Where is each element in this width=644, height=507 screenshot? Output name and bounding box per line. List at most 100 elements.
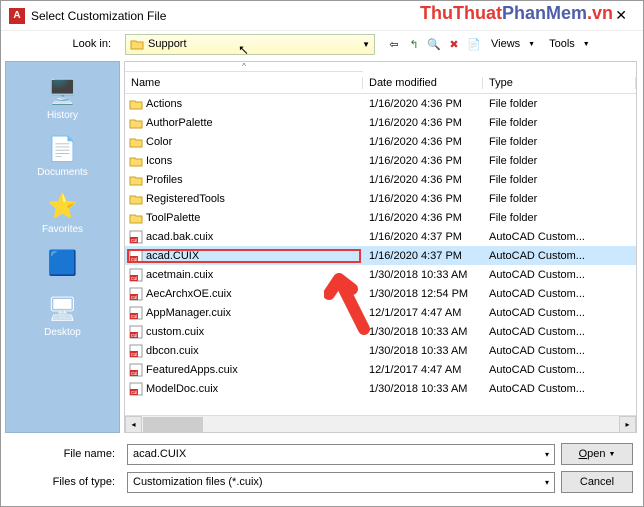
file-type: File folder [483, 212, 636, 224]
svg-text:cui: cui [131, 276, 137, 282]
filename-input[interactable]: acad.CUIX▾ [127, 444, 555, 465]
sort-indicator: ^ [125, 62, 363, 72]
file-type: File folder [483, 155, 636, 167]
app-icon: A [9, 8, 25, 24]
file-row[interactable]: cuiacad.CUIX1/16/2020 4:37 PMAutoCAD Cus… [125, 246, 636, 265]
cuix-file-icon: cui [129, 306, 143, 320]
file-row[interactable]: Actions1/16/2020 4:36 PMFile folder [125, 94, 636, 113]
sidebar-item[interactable]: 🟦 [23, 243, 103, 285]
file-name: Profiles [146, 174, 183, 186]
file-date: 1/16/2020 4:36 PM [363, 212, 483, 224]
new-folder-icon[interactable]: 📄 [465, 35, 483, 53]
toolbar: Look in: Support ▼ ⇦ ↰ 🔍 ✖ 📄 Views▼ Tool… [1, 31, 643, 57]
scroll-thumb[interactable] [143, 417, 203, 432]
file-name: AuthorPalette [146, 117, 213, 129]
file-date: 1/30/2018 10:33 AM [363, 383, 483, 395]
file-name: dbcon.cuix [146, 345, 199, 357]
file-row[interactable]: cuidbcon.cuix1/30/2018 10:33 AMAutoCAD C… [125, 341, 636, 360]
file-name: RegisteredTools [146, 193, 225, 205]
file-type: AutoCAD Custom... [483, 383, 636, 395]
cuix-file-icon: cui [129, 382, 143, 396]
filetype-dropdown[interactable]: Customization files (*.cuix)▾ [127, 472, 555, 493]
sidebar-item[interactable]: 📄Documents [23, 129, 103, 182]
file-row[interactable]: cuiacad.bak.cuix1/16/2020 4:37 PMAutoCAD… [125, 227, 636, 246]
file-row[interactable]: cuicustom.cuix1/30/2018 10:33 AMAutoCAD … [125, 322, 636, 341]
folder-icon [129, 193, 143, 205]
folder-icon [129, 117, 143, 129]
file-type: AutoCAD Custom... [483, 288, 636, 300]
file-type: File folder [483, 174, 636, 186]
sidebar-item-label: Favorites [42, 224, 83, 235]
file-date: 1/30/2018 10:33 AM [363, 326, 483, 338]
sidebar-item[interactable]: 🖥️History [23, 72, 103, 125]
folder-icon [129, 155, 143, 167]
folder-icon [129, 136, 143, 148]
sidebar-item[interactable]: 🖥 Desktop [23, 289, 103, 342]
toolbar-icons: ⇦ ↰ 🔍 ✖ 📄 [385, 35, 483, 53]
svg-text:cui: cui [131, 314, 137, 320]
file-name: Actions [146, 98, 182, 110]
chevron-down-icon: ▾ [545, 450, 549, 459]
desktop-icon: 🖥 [47, 293, 79, 325]
lookin-dropdown[interactable]: Support ▼ [125, 34, 375, 55]
search-icon[interactable]: 🔍 [425, 35, 443, 53]
file-list: ^ Name Date modified Type Actions1/16/20… [124, 61, 637, 433]
file-row[interactable]: Color1/16/2020 4:36 PMFile folder [125, 132, 636, 151]
close-button[interactable]: ✕ [607, 3, 635, 28]
file-row[interactable]: cuiAecArchxOE.cuix1/30/2018 12:54 PMAuto… [125, 284, 636, 303]
file-row[interactable]: ToolPalette 1/16/2020 4:36 PMFile folder [125, 208, 636, 227]
file-type: File folder [483, 117, 636, 129]
file-date: 1/16/2020 4:37 PM [363, 250, 483, 262]
file-type: File folder [483, 193, 636, 205]
views-menu[interactable]: Views [489, 38, 522, 50]
chevron-down-icon: ▼ [583, 41, 590, 48]
file-date: 1/16/2020 4:37 PM [363, 231, 483, 243]
sidebar-item-label: Documents [37, 167, 88, 178]
file-name: FeaturedApps.cuix [146, 364, 238, 376]
folder-icon [130, 38, 144, 50]
folder-icon [129, 98, 143, 110]
horizontal-scrollbar[interactable]: ◂ ▸ [125, 415, 636, 432]
up-icon[interactable]: ↰ [405, 35, 423, 53]
chevron-down-icon: ▾ [545, 478, 549, 487]
file-date: 1/16/2020 4:36 PM [363, 136, 483, 148]
sidebar-item-label: Desktop [44, 327, 81, 338]
file-date: 1/16/2020 4:36 PM [363, 193, 483, 205]
cuix-file-icon: cui [129, 249, 143, 263]
file-type: File folder [483, 136, 636, 148]
open-button[interactable]: Open ▼ [561, 443, 633, 465]
header-name[interactable]: Name [125, 77, 363, 89]
file-date: 12/1/2017 4:47 AM [363, 307, 483, 319]
file-name: ToolPalette [146, 212, 200, 224]
sidebar-item[interactable]: ⭐ Favorites [23, 186, 103, 239]
file-date: 12/1/2017 4:47 AM [363, 364, 483, 376]
bottom-panel: File name: acad.CUIX▾ Open ▼ Files of ty… [1, 437, 643, 499]
file-row[interactable]: AuthorPalette1/16/2020 4:36 PMFile folde… [125, 113, 636, 132]
file-type: File folder [483, 98, 636, 110]
file-row[interactable]: cuiacetmain.cuix1/30/2018 10:33 AMAutoCA… [125, 265, 636, 284]
file-type: AutoCAD Custom... [483, 307, 636, 319]
svg-text:cui: cui [131, 295, 137, 301]
file-row[interactable]: RegisteredTools 1/16/2020 4:36 PMFile fol… [125, 189, 636, 208]
file-row[interactable]: Icons1/16/2020 4:36 PMFile folder [125, 151, 636, 170]
scroll-right-icon[interactable]: ▸ [619, 416, 636, 433]
column-headers: Name Date modified Type [125, 72, 636, 94]
svg-text:cui: cui [131, 352, 137, 358]
file-row[interactable]: cuiModelDoc.cuix 1/30/2018 10:33 AMAutoCA… [125, 379, 636, 398]
folder-icon [129, 212, 143, 224]
filetype-label: Files of type: [11, 476, 121, 488]
scroll-left-icon[interactable]: ◂ [125, 416, 142, 433]
history-icon: 🖥️ [47, 76, 79, 108]
file-row[interactable]: Profiles1/16/2020 4:36 PMFile folder [125, 170, 636, 189]
star-icon: ⭐ [47, 190, 79, 222]
file-name: ModelDoc.cuix [146, 383, 218, 395]
header-type[interactable]: Type [483, 77, 636, 89]
chevron-down-icon: ▼ [528, 41, 535, 48]
header-date[interactable]: Date modified [363, 77, 483, 89]
file-row[interactable]: cuiAppManager.cuix12/1/2017 4:47 AMAutoC… [125, 303, 636, 322]
file-row[interactable]: cuiFeaturedApps.cuix12/1/2017 4:47 AMAut… [125, 360, 636, 379]
delete-icon[interactable]: ✖ [445, 35, 463, 53]
tools-menu[interactable]: Tools [547, 38, 577, 50]
back-icon[interactable]: ⇦ [385, 35, 403, 53]
cancel-button[interactable]: Cancel [561, 471, 633, 493]
